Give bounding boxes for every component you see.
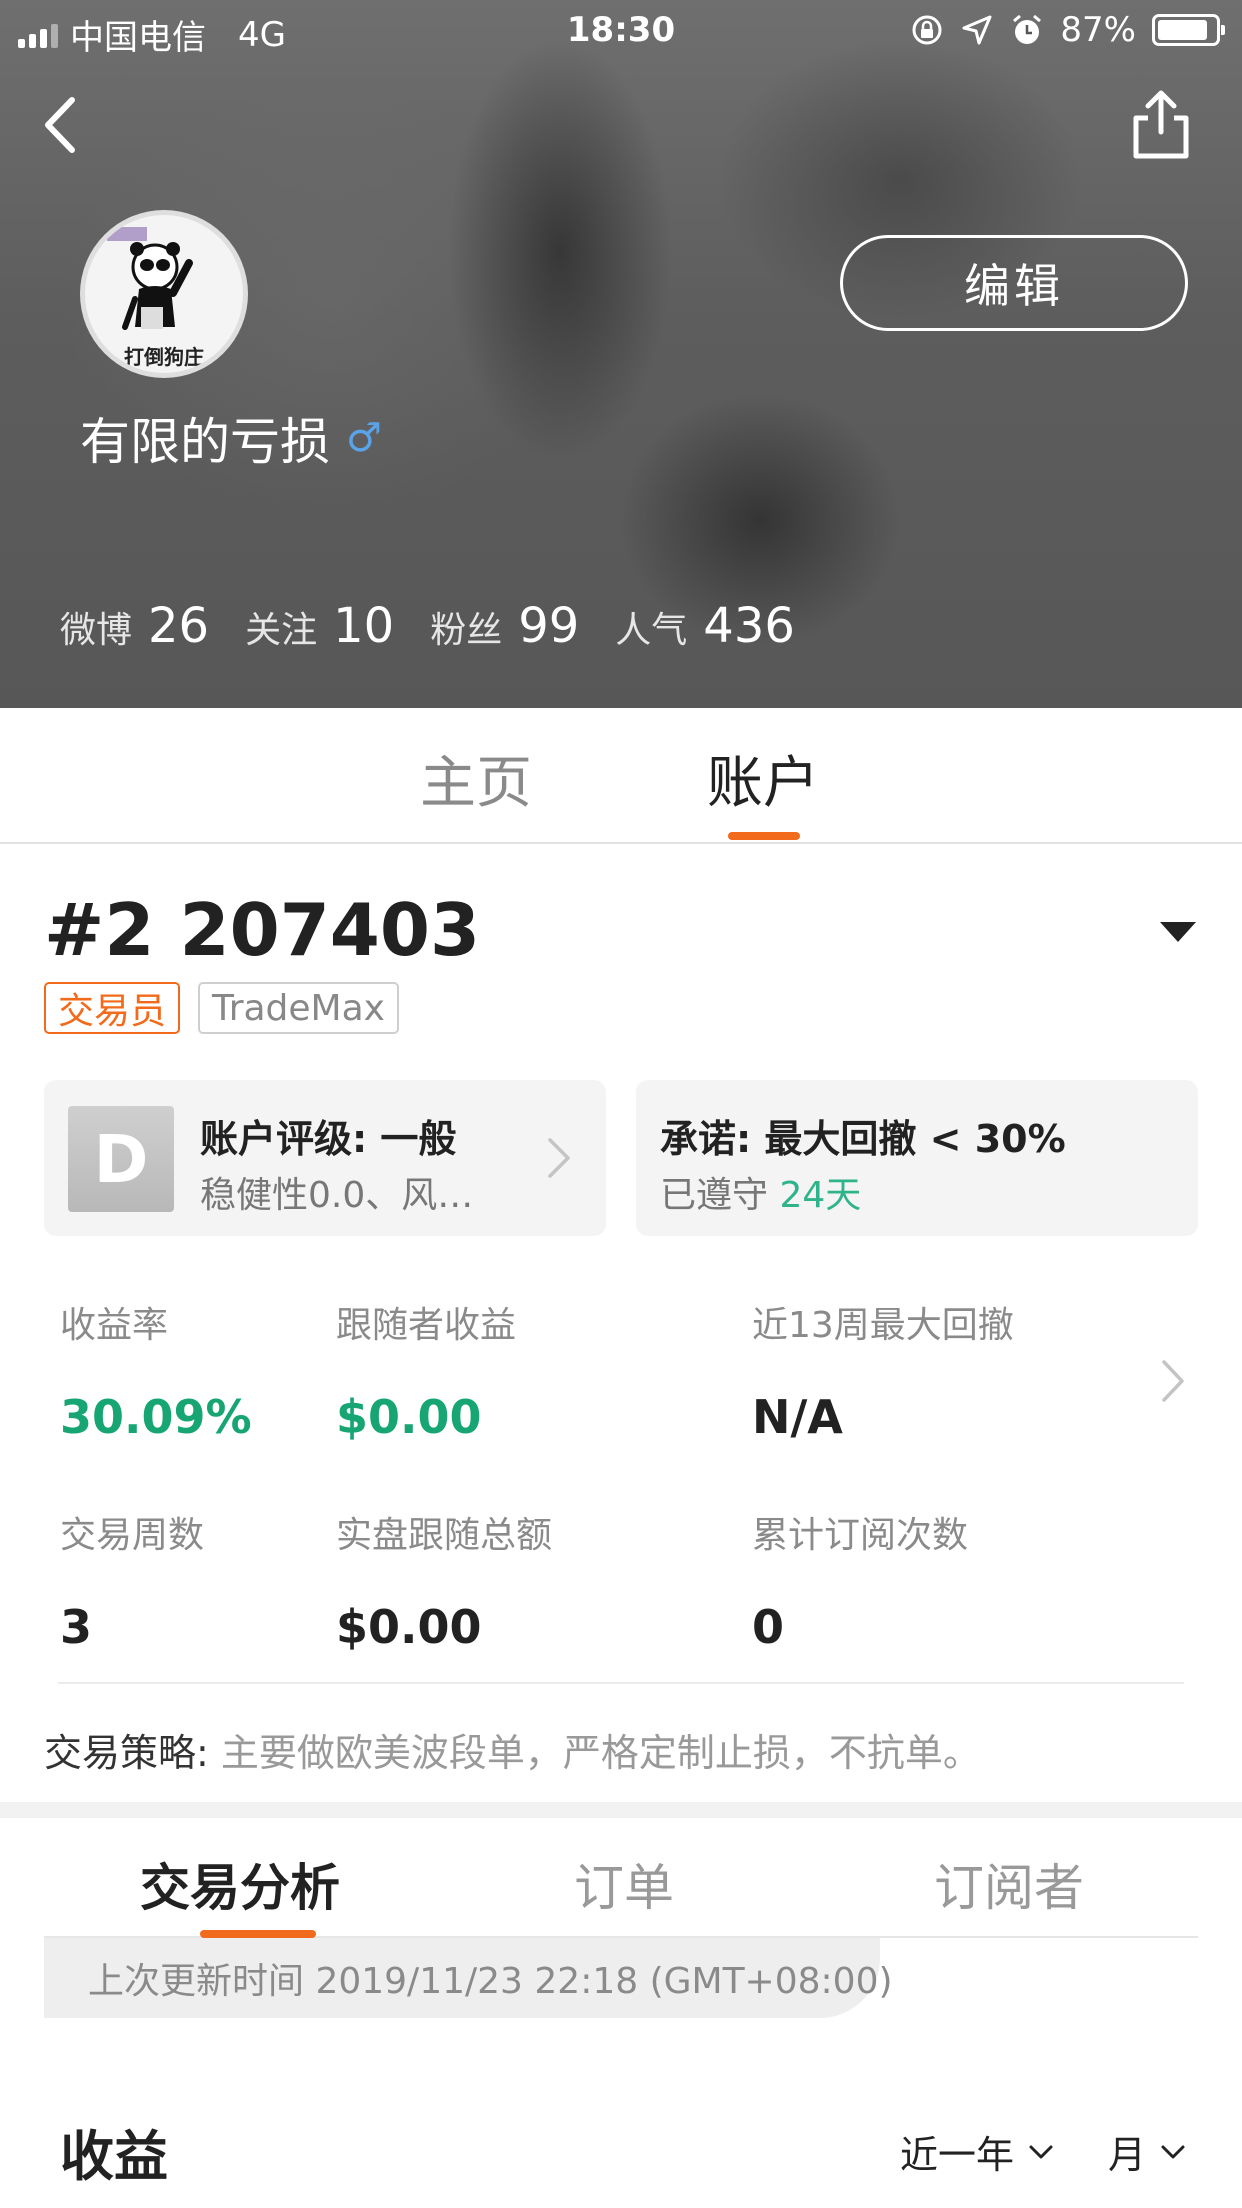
metric-label: 收益率 xyxy=(60,1305,169,1346)
tab-trade-analysis[interactable]: 交易分析 xyxy=(140,1848,340,1920)
trader-tag: 交易员 xyxy=(44,982,181,1034)
stat-value: 99 xyxy=(518,598,580,654)
username: 有限的亏损 xyxy=(80,413,330,471)
stat-label: 微博 xyxy=(60,610,133,651)
metric-label: 累计订阅次数 xyxy=(752,1515,969,1556)
account-dropdown-icon[interactable] xyxy=(1158,918,1198,946)
divider xyxy=(58,1682,1184,1684)
metric-value: $0.00 xyxy=(336,1390,482,1444)
promise-title: 承诺: 最大回撤 < 30% xyxy=(660,1117,1066,1161)
profile-tabs: 主页 账户 xyxy=(0,708,1242,844)
strategy-text: 主要做欧美波段单，严格定制止损，不抗单。 xyxy=(208,1731,981,1775)
metric-value: $0.00 xyxy=(336,1600,482,1654)
chevron-right-icon[interactable] xyxy=(1158,1356,1188,1406)
section-gap xyxy=(0,1802,1242,1818)
avatar-caption: 打倒狗庄 xyxy=(124,345,204,369)
last-update-time: 上次更新时间 2019/11/23 22:18 (GMT+08:00) xyxy=(44,1938,893,2018)
stat-value: 10 xyxy=(333,598,395,654)
range-filter-dropdown[interactable]: 近一年 xyxy=(900,2124,1054,2179)
share-icon[interactable] xyxy=(1128,88,1194,162)
metric-label: 近13周最大回撤 xyxy=(752,1305,1014,1346)
battery-percent: 87% xyxy=(1060,10,1136,50)
stat-weibo[interactable]: 微博 26 xyxy=(60,598,209,654)
back-icon[interactable] xyxy=(36,90,86,160)
chevron-right-icon xyxy=(548,1138,570,1178)
chevron-down-icon xyxy=(1029,2145,1053,2158)
stat-value: 26 xyxy=(148,598,210,654)
income-section-title: 收益 xyxy=(60,2125,168,2188)
range-filter-label: 近一年 xyxy=(900,2133,1015,2177)
metric-return-rate: 收益率 30.09% xyxy=(60,1296,252,1444)
tab-orders[interactable]: 订单 xyxy=(574,1848,674,1920)
account-rating-card[interactable]: D 账户评级: 一般 稳健性0.0、风… xyxy=(44,1080,606,1236)
metric-subscription-count: 累计订阅次数 0 xyxy=(752,1506,968,1654)
chevron-down-icon xyxy=(1161,2145,1185,2158)
stat-value: 436 xyxy=(703,598,795,654)
period-filter-label: 月 xyxy=(1108,2133,1147,2177)
metric-label: 实盘跟随总额 xyxy=(336,1515,553,1556)
metric-live-follow-total: 实盘跟随总额 $0.00 xyxy=(336,1506,552,1654)
metric-value: 30.09% xyxy=(60,1390,252,1444)
metric-label: 交易周数 xyxy=(60,1515,205,1556)
stat-label: 关注 xyxy=(245,610,318,651)
stat-followers[interactable]: 粉丝 99 xyxy=(430,598,579,654)
period-filter-dropdown[interactable]: 月 xyxy=(1108,2124,1186,2179)
status-bar: 中国电信 4G 18:30 87% xyxy=(0,0,1242,62)
stat-following[interactable]: 关注 10 xyxy=(245,598,394,654)
metric-label: 跟随者收益 xyxy=(336,1305,517,1346)
location-icon xyxy=(962,15,992,45)
username-row: 有限的亏损 ♂ xyxy=(80,402,382,474)
stat-label: 粉丝 xyxy=(430,610,503,651)
metric-value: N/A xyxy=(752,1390,843,1444)
promise-status: 已遵守 24天 xyxy=(660,1166,861,1218)
metric-value: 0 xyxy=(752,1600,785,1654)
rating-badge: D xyxy=(68,1106,174,1212)
promise-card: 承诺: 最大回撤 < 30% 已遵守 24天 xyxy=(636,1080,1198,1236)
trading-strategy: 交易策略: 主要做欧美波段单，严格定制止损，不抗单。 xyxy=(44,1722,981,1777)
metric-value: 3 xyxy=(60,1600,93,1654)
metric-trading-weeks: 交易周数 3 xyxy=(60,1506,204,1654)
tab-home[interactable]: 主页 xyxy=(420,738,532,819)
strategy-label: 交易策略: xyxy=(44,1731,209,1775)
stat-label: 人气 xyxy=(615,610,688,651)
platform-tag: TradeMax xyxy=(198,982,399,1034)
avatar[interactable]: 打倒狗庄 xyxy=(80,210,248,378)
profile-stats: 微博 26 关注 10 粉丝 99 人气 436 xyxy=(60,598,831,654)
tab-subscribers[interactable]: 订阅者 xyxy=(934,1848,1084,1920)
active-tab-indicator xyxy=(200,1930,316,1938)
active-tab-indicator xyxy=(728,832,800,840)
analysis-tabs: 交易分析 订单 订阅者 xyxy=(44,1818,1198,1938)
metric-follower-profit: 跟随者收益 $0.00 xyxy=(336,1296,516,1444)
alarm-icon xyxy=(1013,14,1042,44)
stat-popularity: 人气 436 xyxy=(615,598,795,654)
tab-account[interactable]: 账户 xyxy=(707,738,819,819)
male-gender-icon: ♂ xyxy=(346,415,382,461)
profile-header: 中国电信 4G 18:30 87% 打倒狗庄 编辑 有限的亏损 ♂ 微博 26 … xyxy=(0,0,1242,708)
battery-icon xyxy=(1152,14,1225,46)
orientation-lock-icon xyxy=(912,15,942,45)
rating-subtitle: 稳健性0.0、风… xyxy=(200,1175,474,1216)
status-right: 87% xyxy=(910,10,1225,50)
edit-profile-button[interactable]: 编辑 xyxy=(840,235,1188,331)
promise-days: 24天 xyxy=(779,1175,862,1216)
metric-max-drawdown[interactable]: 近13周最大回撤 N/A xyxy=(752,1296,1014,1444)
account-title: #2 207403 xyxy=(44,888,481,972)
promise-prefix: 已遵守 xyxy=(660,1175,769,1216)
rating-title: 账户评级: 一般 xyxy=(200,1117,457,1161)
